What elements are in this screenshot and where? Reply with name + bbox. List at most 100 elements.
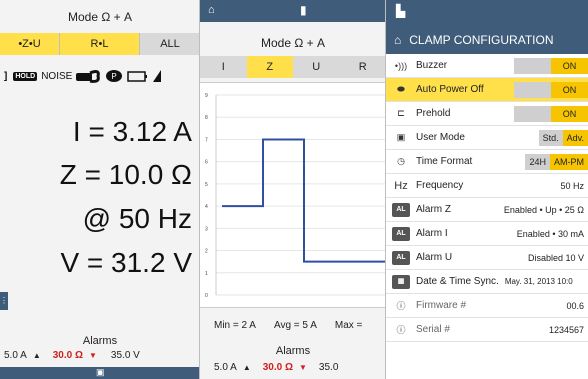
info-icon: ⓘ: [396, 325, 406, 335]
row-prehold[interactable]: ⊏ Prehold ON: [386, 102, 588, 126]
row-serial: ⓘ Serial # 1234567: [386, 318, 588, 342]
option-am-pm[interactable]: AM-PM: [550, 153, 588, 170]
tab-rl[interactable]: R•L: [60, 33, 140, 55]
row-alarm-u[interactable]: AL Alarm U Disabled 10 V: [386, 246, 588, 270]
row-buzzer[interactable]: •))) Buzzer ON: [386, 54, 588, 78]
y-tick-label: 3: [205, 226, 208, 232]
row-label: Serial #: [416, 324, 450, 335]
impedance-reading: Z = 10.0 Ω: [59, 159, 192, 190]
home-icon[interactable]: ⌂: [394, 33, 401, 47]
option-standard[interactable]: Std.: [538, 129, 563, 146]
row-value: 1234567: [548, 324, 584, 335]
user-mode-selector[interactable]: Std. Adv.: [538, 129, 588, 146]
config-screen: ▙ ⌂ CLAMP CONFIGURATION •))) Buzzer ON ⬬…: [386, 0, 588, 379]
auto-power-toggle[interactable]: ON: [514, 81, 588, 98]
alarm-current-value[interactable]: 5.0 A: [214, 362, 237, 373]
tab-r[interactable]: R: [340, 56, 387, 78]
p-icon: P: [106, 70, 123, 82]
trend-stats: Min = 2 A Avg = 5 A Max =: [200, 320, 386, 331]
tab-i[interactable]: I: [200, 56, 247, 78]
measurement-screen: Mode Ω + A •Z•U R•L ALL ] HOLD NOISE P I…: [0, 0, 200, 379]
row-label: Frequency: [416, 180, 464, 191]
status-bar: ⌂ ▮: [200, 0, 386, 22]
clamp-bracket-icon: ]: [4, 70, 8, 82]
y-tick-label: 9: [205, 93, 208, 99]
status-bar: ▙: [386, 0, 588, 26]
row-alarm-z[interactable]: AL Alarm Z Enabled • Up • 25 Ω: [386, 198, 588, 222]
tab-all[interactable]: ALL: [140, 33, 200, 55]
row-label: Firmware #: [416, 300, 467, 311]
row-label: Auto Power Off: [416, 84, 484, 95]
info-icon: ⓘ: [396, 301, 406, 311]
alarm-values: 5.0 A ▲ 30.0 Ω ▼ 35.0: [214, 362, 338, 373]
channel-tabs: I Z U R: [200, 56, 386, 78]
trend-line: [222, 138, 386, 263]
tab-u[interactable]: U: [293, 56, 340, 78]
battery-icon: [127, 71, 148, 82]
buzzer-toggle[interactable]: ON: [514, 57, 588, 74]
clipboard-icon[interactable]: ▙: [396, 4, 405, 18]
y-tick-label: 1: [205, 271, 208, 277]
row-auto-power-off[interactable]: ⬬ Auto Power Off ON: [386, 78, 588, 102]
alarm-values: 5.0 A ▲ 30.0 Ω ▼ 35.0 V: [4, 350, 140, 361]
user-mode-icon: ▣: [396, 132, 406, 142]
status-indicators: ] HOLD NOISE P: [0, 66, 200, 86]
row-alarm-i[interactable]: AL Alarm I Enabled • 30 mA: [386, 222, 588, 246]
row-label: Alarm U: [416, 252, 453, 263]
toggle-value: ON: [551, 81, 588, 98]
max-stat: Max =: [334, 320, 363, 331]
y-tick-label: 8: [205, 115, 208, 121]
function-tabs: •Z•U R•L ALL: [0, 33, 200, 55]
option-advanced[interactable]: Adv.: [562, 129, 588, 146]
row-label: Prehold: [416, 108, 451, 119]
trend-screen: ⌂ ▮ Mode Ω + A I Z U R 0 1 2 3 4 5 6 7 8 9 Min = …: [200, 0, 386, 379]
row-frequency[interactable]: Hz Frequency 50 Hz: [386, 174, 588, 198]
y-tick-label: 0: [205, 293, 208, 299]
option-24h[interactable]: 24H: [525, 153, 550, 170]
warning-icon: [153, 70, 162, 82]
calendar-icon: ▦: [392, 274, 410, 289]
y-tick-label: 4: [205, 204, 208, 210]
y-tick-label: 6: [205, 160, 208, 166]
mode-title: Mode Ω + A: [260, 36, 325, 50]
y-tick-label: 7: [205, 137, 208, 143]
row-user-mode[interactable]: ▣ User Mode Std. Adv.: [386, 126, 588, 150]
prehold-toggle[interactable]: ON: [514, 105, 588, 122]
row-value: May. 31, 2013 10:0: [504, 277, 573, 286]
alarm-voltage-value[interactable]: 35.0: [319, 362, 338, 373]
row-value: 50 Hz: [560, 180, 584, 191]
up-arrow-icon: ▲: [242, 363, 251, 372]
save-icon[interactable]: ▣: [96, 367, 105, 378]
row-label: Date & Time Sync.: [416, 276, 499, 287]
down-arrow-icon: ▼: [89, 351, 97, 360]
y-tick-label: 2: [205, 249, 208, 255]
tab-z[interactable]: Z: [246, 56, 293, 78]
row-label: User Mode: [416, 132, 465, 143]
row-label: Buzzer: [416, 60, 448, 71]
row-date-time-sync[interactable]: ▦ Date & Time Sync. May. 31, 2013 10:0: [386, 270, 588, 294]
page-icon[interactable]: ▮: [300, 3, 307, 17]
config-title-bar: ⌂ CLAMP CONFIGURATION: [386, 26, 588, 54]
alarm-current-value[interactable]: 5.0 A: [4, 350, 27, 361]
row-firmware: ⓘ Firmware # 00.6: [386, 294, 588, 318]
alarms-label: Alarms: [82, 335, 118, 347]
alarms-label: Alarms: [275, 345, 311, 357]
alarm-voltage-value[interactable]: 35.0 V: [111, 350, 140, 361]
current-reading: I = 3.12 A: [72, 116, 192, 147]
down-arrow-icon: ▼: [299, 363, 307, 372]
alarm-icon: AL: [392, 202, 410, 217]
home-icon[interactable]: ⌂: [208, 4, 215, 16]
clock-icon: ◷: [397, 156, 405, 166]
alarm-impedance-value[interactable]: 30.0 Ω: [53, 350, 83, 361]
buzzer-icon: •))): [394, 60, 408, 71]
up-arrow-icon: ▲: [32, 351, 41, 360]
row-time-format[interactable]: ◷ Time Format 24H AM-PM: [386, 150, 588, 174]
bottom-bar: ▣: [0, 367, 200, 379]
power-icon: ⬬: [397, 84, 405, 94]
side-handle[interactable]: ⋮: [0, 292, 8, 310]
alarm-impedance-value[interactable]: 30.0 Ω: [263, 362, 293, 373]
tab-zu[interactable]: •Z•U: [0, 33, 60, 55]
frequency-reading: @ 50 Hz: [82, 203, 192, 234]
time-format-selector[interactable]: 24H AM-PM: [525, 153, 588, 170]
toggle-value: ON: [551, 105, 588, 122]
